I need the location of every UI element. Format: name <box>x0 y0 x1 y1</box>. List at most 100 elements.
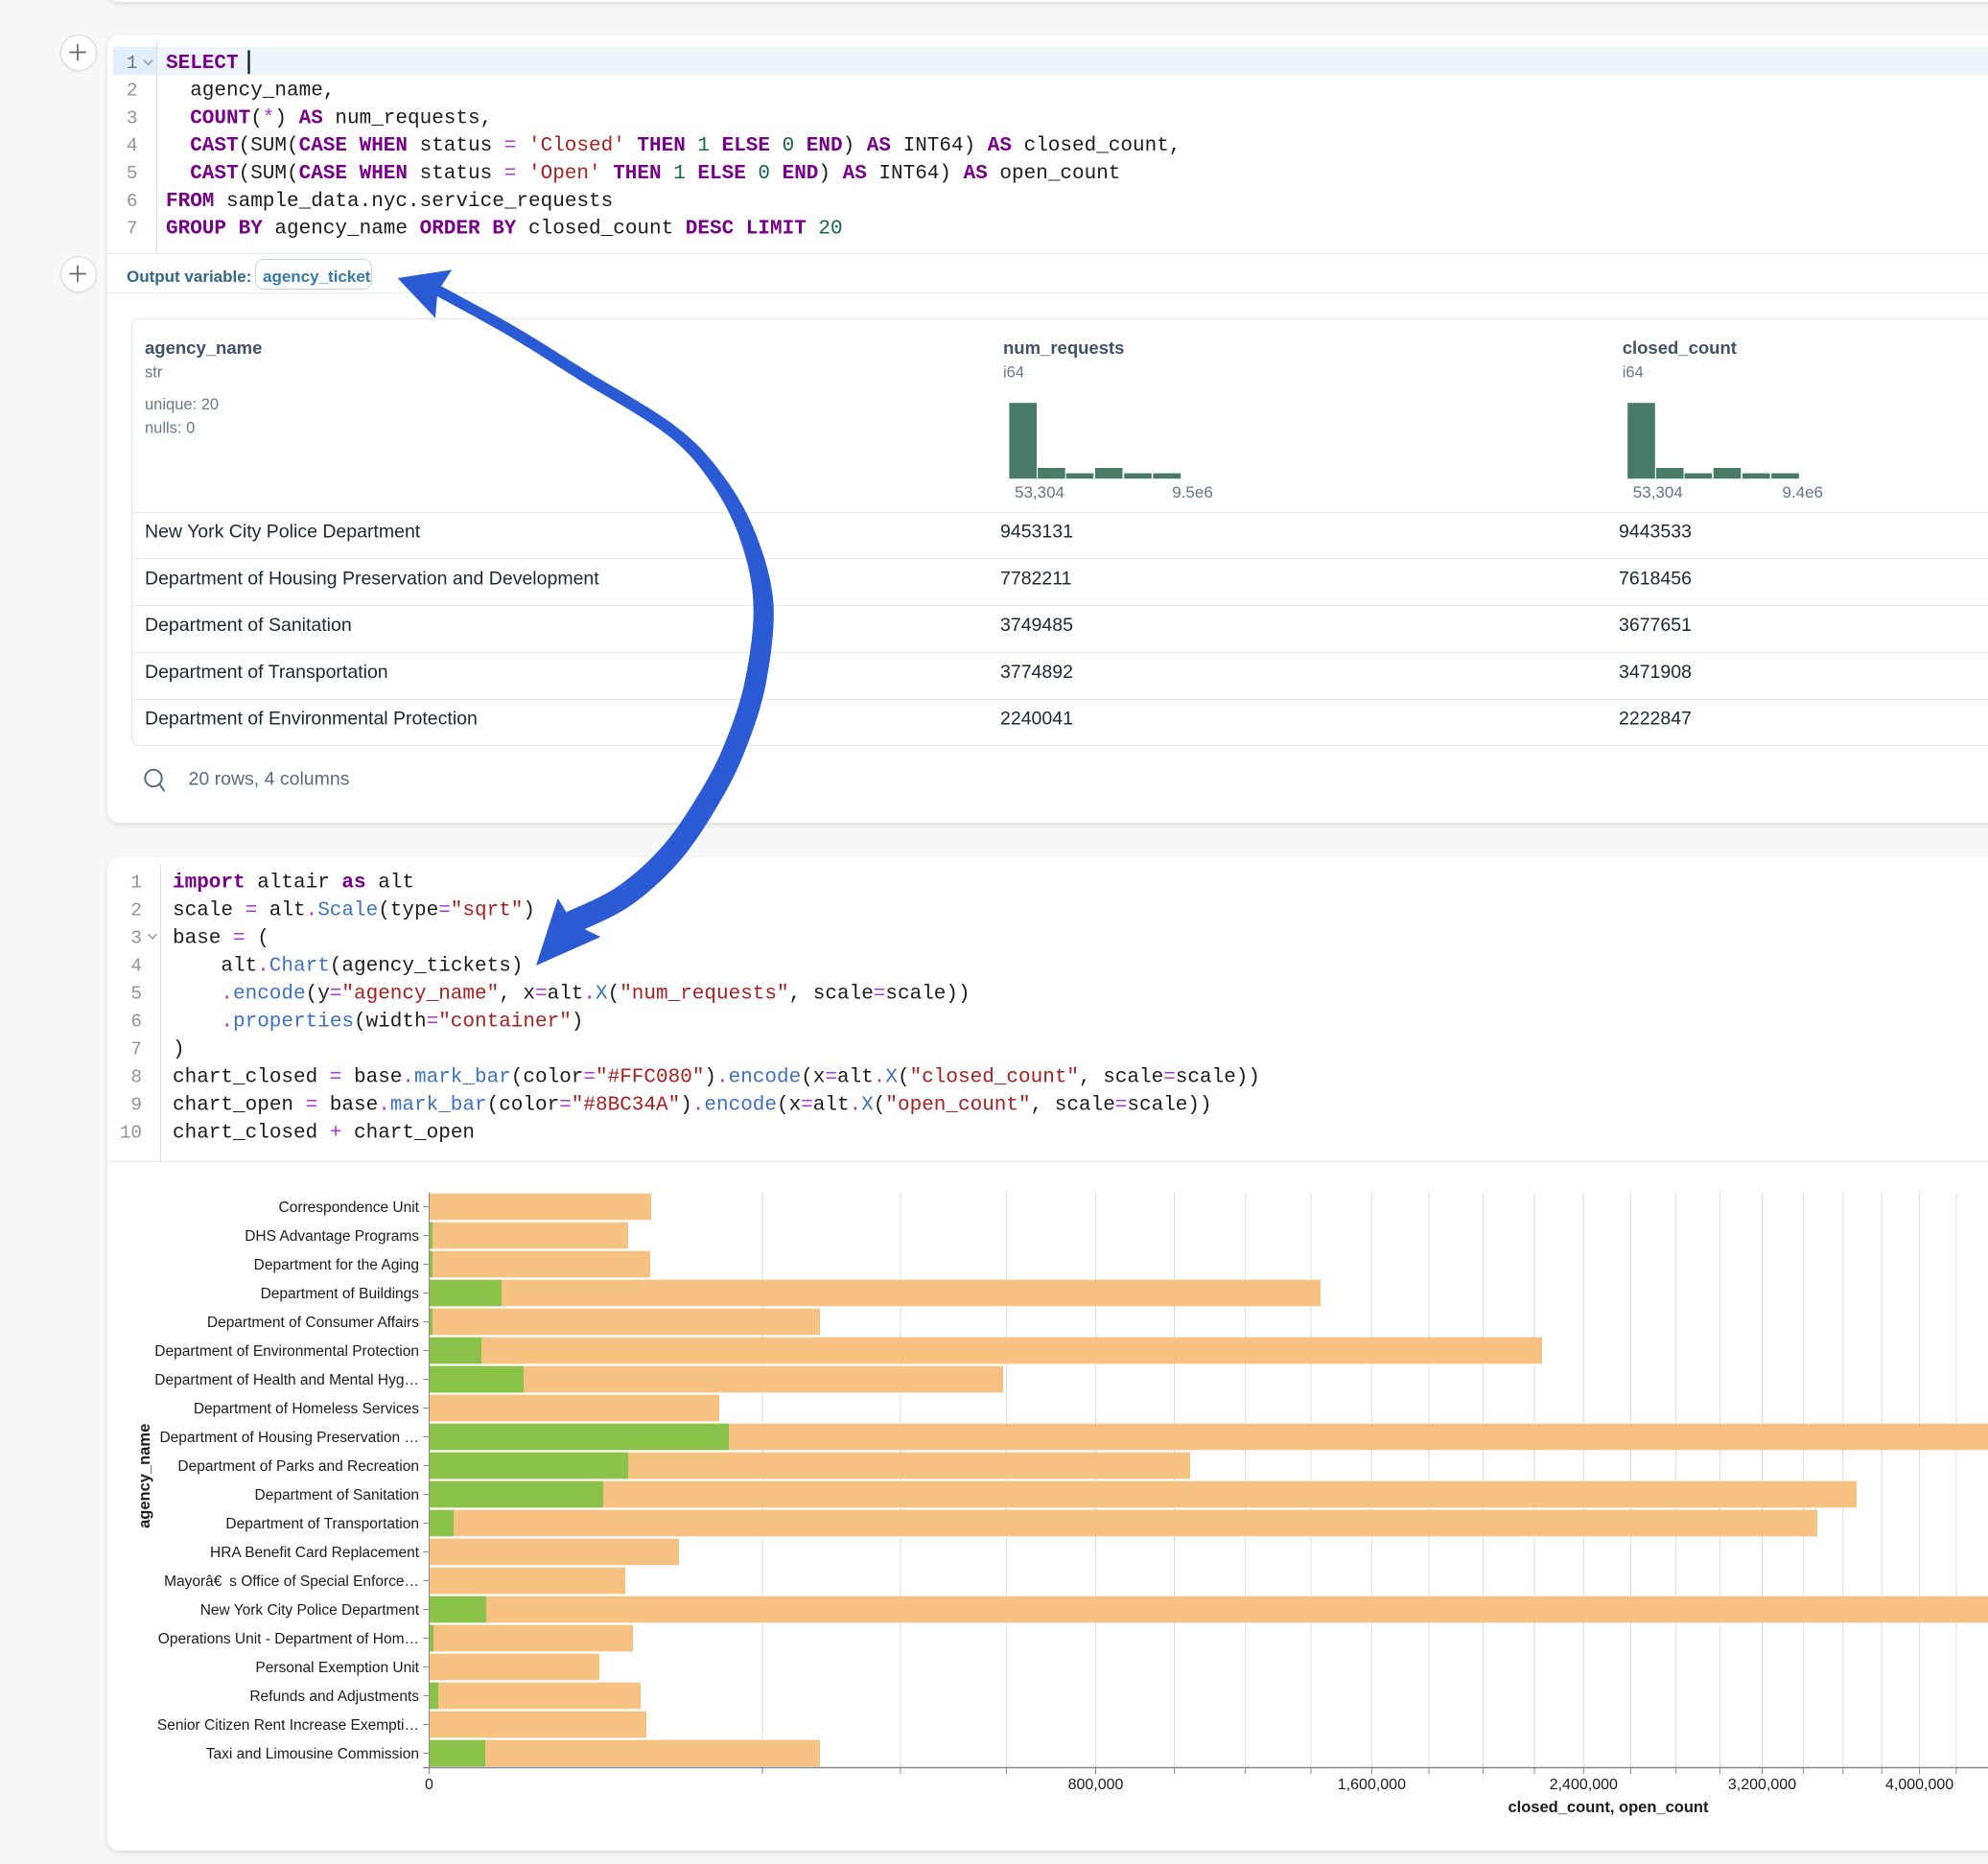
svg-text:Department of Environmental Pr: Department of Environmental Protection <box>154 1343 419 1360</box>
svg-text:=: = <box>559 1095 572 1117</box>
svg-text:i64: i64 <box>1003 363 1024 381</box>
svg-text:=: = <box>306 1095 318 1117</box>
svg-text:=: = <box>438 900 451 922</box>
svg-text:mark_bar: mark_bar <box>414 1067 511 1089</box>
svg-text:X: X <box>861 1095 874 1117</box>
svg-text:nulls: 0: nulls: 0 <box>145 420 195 437</box>
svg-text:Chart: Chart <box>269 956 330 978</box>
svg-text:as: as <box>341 873 365 895</box>
svg-text:Output variable:: Output variable: <box>127 268 251 286</box>
svg-text:num_requests,: num_requests, <box>335 107 492 129</box>
svg-text:DHS Advantage Programs: DHS Advantage Programs <box>245 1228 419 1245</box>
svg-text:num_requests: num_requests <box>1003 338 1124 358</box>
svg-text:, scale: , scale <box>1031 1095 1115 1117</box>
svg-text:0: 0 <box>783 135 795 157</box>
svg-text:AS: AS <box>843 163 867 185</box>
svg-text:(: ( <box>608 984 620 1006</box>
svg-text:alt: alt <box>269 900 306 922</box>
svg-text:4,000,000: 4,000,000 <box>1885 1777 1953 1793</box>
svg-text:5: 5 <box>127 163 138 184</box>
svg-text:7618456: 7618456 <box>1619 569 1692 590</box>
svg-text:CASE: CASE <box>299 163 347 185</box>
svg-text:AS: AS <box>299 107 323 129</box>
svg-text:6: 6 <box>127 191 138 212</box>
svg-text:Department of Health and Menta: Department of Health and Mental Hyg… <box>154 1372 419 1388</box>
svg-text:3749485: 3749485 <box>1000 615 1073 636</box>
svg-text:agency_name,: agency_name, <box>190 81 335 103</box>
svg-text:8: 8 <box>130 1067 142 1088</box>
svg-text:=: = <box>1163 1067 1176 1089</box>
svg-text:AS: AS <box>988 135 1012 157</box>
svg-text:=: = <box>1115 1095 1128 1117</box>
svg-text:Department of Parks and Recrea: Department of Parks and Recreation <box>177 1458 419 1475</box>
svg-text:.: . <box>402 1067 414 1089</box>
svg-text:BY: BY <box>492 219 517 241</box>
svg-text:sample_data.nyc.service_reques: sample_data.nyc.service_requests <box>226 191 613 213</box>
svg-text:=: = <box>427 1012 439 1034</box>
svg-text:status: status <box>420 163 504 185</box>
svg-text:Department of Buildings: Department of Buildings <box>261 1286 420 1302</box>
svg-text:=: = <box>874 984 886 1006</box>
svg-text:chart_closed: chart_closed <box>173 1067 330 1089</box>
svg-text:'Closed': 'Closed' <box>528 135 625 157</box>
svg-text:closed_count: closed_count <box>1623 338 1737 358</box>
svg-text:Department for the Aging: Department for the Aging <box>254 1257 419 1273</box>
svg-text:Department of Consumer Affairs: Department of Consumer Affairs <box>207 1315 419 1331</box>
svg-text:Department of Transportation: Department of Transportation <box>145 662 388 683</box>
svg-text:20: 20 <box>818 219 842 241</box>
svg-text:3: 3 <box>130 928 142 949</box>
svg-text:7: 7 <box>130 1039 142 1060</box>
svg-text:scale)): scale)) <box>1127 1095 1211 1117</box>
svg-text:import: import <box>173 873 246 895</box>
svg-text:7782211: 7782211 <box>1000 569 1071 590</box>
svg-text:alt: alt <box>221 956 257 978</box>
svg-text:AS: AS <box>964 163 988 185</box>
svg-text:=: = <box>535 984 548 1006</box>
svg-text:(: ( <box>874 1095 886 1117</box>
svg-text:agency_name: agency_name <box>136 1424 153 1528</box>
svg-text:Scale: Scale <box>317 900 378 922</box>
svg-text:4: 4 <box>130 956 142 977</box>
svg-text:Refunds and Adjustments: Refunds and Adjustments <box>249 1689 419 1705</box>
svg-text:closed_count, open_count: closed_count, open_count <box>1508 1799 1709 1816</box>
svg-text:ELSE: ELSE <box>697 163 745 185</box>
svg-text:.: . <box>583 984 596 1006</box>
svg-text:.: . <box>378 1095 390 1117</box>
svg-text:SELECT: SELECT <box>166 53 239 75</box>
svg-text:alt: alt <box>837 1067 874 1089</box>
svg-text:): ) <box>704 1067 716 1089</box>
svg-text:INT64): INT64) <box>903 135 988 157</box>
svg-text:): ) <box>818 163 842 185</box>
svg-text:"sqrt": "sqrt" <box>451 900 524 922</box>
svg-text:THEN: THEN <box>637 135 685 157</box>
svg-text:+: + <box>330 1123 342 1145</box>
svg-text:X: X <box>885 1067 898 1089</box>
svg-text:9453131: 9453131 <box>1000 522 1073 543</box>
svg-text:encode: encode <box>233 984 306 1006</box>
svg-text:3471908: 3471908 <box>1619 662 1692 683</box>
svg-text:status: status <box>420 135 504 157</box>
svg-text:chart_open: chart_open <box>173 1095 306 1117</box>
svg-text:*: * <box>263 107 275 129</box>
svg-text:=: = <box>825 1067 837 1089</box>
svg-text:(SUM(: (SUM( <box>239 135 299 157</box>
svg-text:Department of Environmental Pr: Department of Environmental Protection <box>145 709 478 730</box>
svg-text:, scale: , scale <box>1079 1067 1163 1089</box>
svg-text:2: 2 <box>130 900 142 921</box>
svg-text:.: . <box>221 984 233 1006</box>
svg-text:1: 1 <box>673 163 686 185</box>
svg-text:9443533: 9443533 <box>1619 522 1692 543</box>
svg-text:Mayorâ€ s Office of Special En: Mayorâ€ s Office of Special Enforce… <box>164 1573 419 1590</box>
svg-text:GROUP: GROUP <box>166 219 226 241</box>
svg-text:"#8BC34A": "#8BC34A" <box>572 1095 680 1117</box>
svg-text:10: 10 <box>120 1123 142 1144</box>
svg-text:3774892: 3774892 <box>1000 662 1073 683</box>
svg-text:chart_closed: chart_closed <box>173 1123 330 1145</box>
svg-text:END: END <box>807 135 843 157</box>
svg-text:.: . <box>850 1095 862 1117</box>
svg-text:): ) <box>274 107 298 129</box>
svg-text:9: 9 <box>130 1095 142 1116</box>
svg-text:=: = <box>504 163 517 185</box>
svg-text:New York City Police Departmen: New York City Police Department <box>200 1602 420 1619</box>
svg-text:2,400,000: 2,400,000 <box>1550 1777 1618 1793</box>
